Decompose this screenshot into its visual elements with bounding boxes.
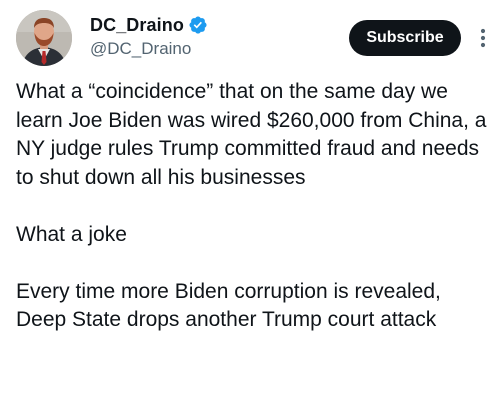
subscribe-button[interactable]: Subscribe xyxy=(349,20,461,56)
post-paragraph: Every time more Biden corruption is reve… xyxy=(16,279,441,332)
display-name[interactable]: DC_Draino xyxy=(90,15,184,36)
post-card: DC_Draino @DC_Draino Subscribe What a “c… xyxy=(0,0,500,404)
display-name-row: DC_Draino xyxy=(90,12,208,38)
user-handle[interactable]: @DC_Draino xyxy=(90,39,208,59)
post-header: DC_Draino @DC_Draino Subscribe xyxy=(14,8,486,68)
post-paragraph: What a “coincidence” that on the same da… xyxy=(16,80,487,189)
more-vertical-icon[interactable] xyxy=(477,24,489,52)
avatar[interactable] xyxy=(16,10,72,66)
profile-photo-avatar-icon xyxy=(16,10,72,66)
verified-badge-icon[interactable] xyxy=(188,15,208,35)
post-text: What a “coincidence” that on the same da… xyxy=(16,78,492,335)
author-info: DC_Draino @DC_Draino xyxy=(90,12,208,59)
post-paragraph: What a joke xyxy=(16,222,127,246)
